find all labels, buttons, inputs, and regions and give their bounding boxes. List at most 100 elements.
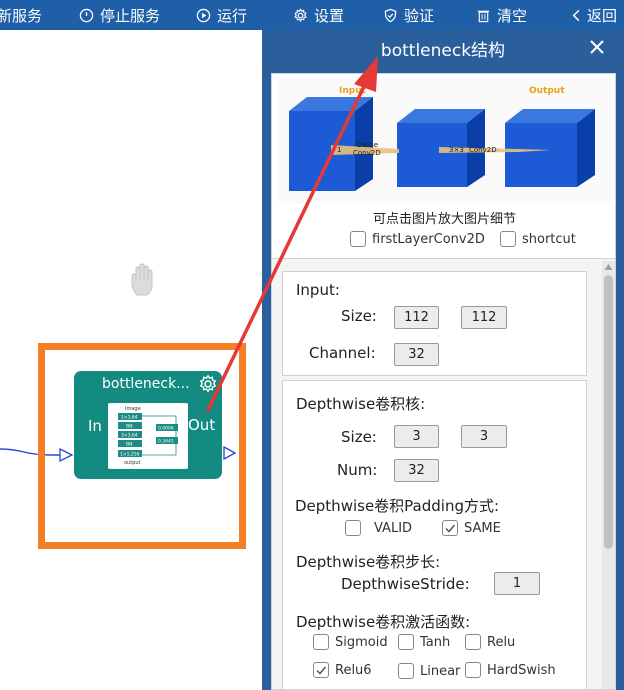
node-title: bottleneck... — [102, 376, 190, 392]
activation-tanh-label: Tanh — [420, 634, 451, 650]
depthwise-stride-label: DepthwiseStride: — [341, 575, 470, 593]
diagram-input-label: Input — [339, 86, 367, 96]
padding-same-checkbox[interactable]: SAME — [442, 520, 501, 536]
depthwise-stride-field[interactable]: 1 — [494, 572, 540, 595]
activation-relu6-label: Relu6 — [335, 662, 372, 678]
diagram-op1-label: 1 — [337, 146, 341, 154]
diagram-conv2d-a-label: Conv2D — [353, 149, 381, 157]
form-scrollbar[interactable] — [602, 261, 615, 689]
bottleneck-node[interactable]: bottleneck... In Out Image 1×1,64 BN 3×3… — [74, 371, 222, 479]
activation-linear-label: Linear — [420, 663, 461, 679]
depthwise-size-width-field[interactable]: 3 — [394, 425, 439, 448]
padding-valid-checkbox[interactable]: VALID — [345, 520, 412, 536]
gear-icon — [292, 7, 308, 23]
activation-hardswish-label: HardSwish — [487, 662, 556, 678]
activation-relu-label: Relu — [487, 634, 516, 650]
checkbox-box[interactable] — [500, 231, 516, 247]
back-label: 返回 — [587, 6, 618, 25]
checkbox-box[interactable] — [313, 634, 329, 650]
pv-bn1-label: BN — [126, 424, 132, 430]
power-icon — [78, 7, 94, 23]
checkbox-box[interactable] — [398, 663, 414, 679]
bottleneck-diagram-image[interactable]: Input Output 1 Dwise Conv2D 3×3 Conv2D — [279, 79, 611, 203]
pv-box1-label: 1×1,64 — [121, 415, 138, 421]
shortcut-label: shortcut — [522, 231, 576, 247]
activation-relu-checkbox[interactable]: Relu — [465, 634, 515, 650]
output-port-arrow[interactable] — [222, 446, 236, 460]
run-button[interactable]: 运行 — [195, 0, 247, 30]
depthwise-padding-heading: Depthwise卷积Padding方式: — [295, 497, 500, 515]
activation-sigmoid-label: Sigmoid — [335, 634, 388, 650]
pv-image-label: Image — [125, 406, 141, 412]
verify-button[interactable]: 验证 — [382, 0, 434, 30]
scroll-up-icon[interactable] — [604, 263, 613, 271]
depthwise-num-label: Num: — [337, 461, 378, 479]
checkbox-box[interactable] — [313, 662, 329, 678]
diagram-output-label: Output — [529, 86, 565, 96]
pv-box2-label: 3×3,64 — [121, 433, 138, 439]
panel-header: bottleneck结构 — [262, 30, 624, 63]
config-form-area: Input: Size: 112 112 Channel: 32 Depthwi… — [271, 258, 616, 690]
pv-box3-label: 1×1,256 — [120, 452, 140, 458]
checkbox-box[interactable] — [350, 231, 366, 247]
stop-service-label: 停止服务 — [100, 6, 161, 25]
padding-same-label: SAME — [464, 520, 501, 536]
input-section-card: Input: Size: 112 112 Channel: 32 — [282, 271, 587, 376]
depthwise-size-label: Size: — [341, 428, 377, 446]
input-heading: Input: — [296, 281, 340, 299]
chevron-left-icon — [568, 7, 584, 23]
input-size-label: Size: — [341, 307, 377, 325]
diagram-conv2d-b-label: Conv2D — [469, 146, 497, 154]
shortcut-checkbox[interactable]: shortcut — [500, 231, 576, 247]
activation-tanh-checkbox[interactable]: Tanh — [398, 634, 450, 650]
depthwise-stride-heading: Depthwise卷积步长: — [296, 553, 441, 571]
input-size-width-field[interactable]: 112 — [394, 306, 439, 329]
node-out-label: Out — [188, 416, 216, 434]
structure-preview-box: Input Output 1 Dwise Conv2D 3×3 Conv2D 可… — [271, 73, 616, 259]
stop-service-button[interactable]: 停止服务 — [78, 0, 160, 30]
activation-sigmoid-checkbox[interactable]: Sigmoid — [313, 634, 388, 650]
first-layer-conv2d-label: firstLayerConv2D — [372, 231, 485, 247]
diagram-op2-label: 3×3 — [449, 146, 464, 154]
node-gear-icon[interactable] — [198, 374, 218, 394]
play-icon — [195, 7, 211, 23]
first-layer-conv2d-checkbox[interactable]: firstLayerConv2D — [350, 231, 485, 247]
activation-relu6-checkbox[interactable]: Relu6 — [313, 662, 372, 678]
shield-icon — [382, 7, 398, 23]
new-service-button[interactable]: 新服务 — [0, 0, 42, 30]
hand-icon — [131, 263, 153, 296]
clear-label: 清空 — [497, 6, 528, 25]
run-label: 运行 — [217, 6, 248, 25]
top-toolbar: 新服务 停止服务 运行 设置 验证 清空 返回 — [0, 0, 624, 30]
padding-valid-label: VALID — [374, 520, 413, 536]
settings-label: 设置 — [314, 6, 345, 25]
diagram-dwise-label: Dwise — [357, 141, 378, 149]
settings-button[interactable]: 设置 — [292, 0, 344, 30]
activation-linear-checkbox[interactable]: Linear — [398, 663, 460, 679]
depthwise-num-field[interactable]: 32 — [394, 459, 439, 482]
depthwise-size-height-field[interactable]: 3 — [461, 425, 507, 448]
close-icon[interactable] — [587, 37, 607, 57]
pv-val2-label: 0.3441 — [158, 439, 174, 445]
checkbox-box[interactable] — [398, 634, 414, 650]
back-button[interactable]: 返回 — [568, 0, 617, 30]
panel-title: bottleneck结构 — [380, 41, 506, 61]
node-config-panel: bottleneck结构 Input Output 1 Dwise Conv2D… — [262, 30, 624, 690]
checkbox-box[interactable] — [345, 520, 361, 536]
node-in-label: In — [88, 417, 102, 435]
trash-icon — [475, 7, 491, 23]
checkbox-box[interactable] — [465, 662, 481, 678]
activation-hardswish-checkbox[interactable]: HardSwish — [465, 662, 556, 678]
checkbox-box[interactable] — [465, 634, 481, 650]
pv-val1-label: 0.0006 — [158, 426, 174, 432]
verify-label: 验证 — [404, 6, 435, 25]
input-channel-field[interactable]: 32 — [394, 343, 439, 366]
scroll-thumb[interactable] — [604, 275, 613, 549]
input-size-height-field[interactable]: 112 — [461, 306, 507, 329]
preview-hint-text: 可点击图片放大图片细节 — [372, 212, 516, 227]
check-icon — [316, 666, 327, 675]
checkbox-box[interactable] — [442, 520, 458, 536]
input-channel-label: Channel: — [309, 344, 376, 362]
clear-button[interactable]: 清空 — [475, 0, 527, 30]
new-service-label: 新服务 — [0, 6, 43, 25]
